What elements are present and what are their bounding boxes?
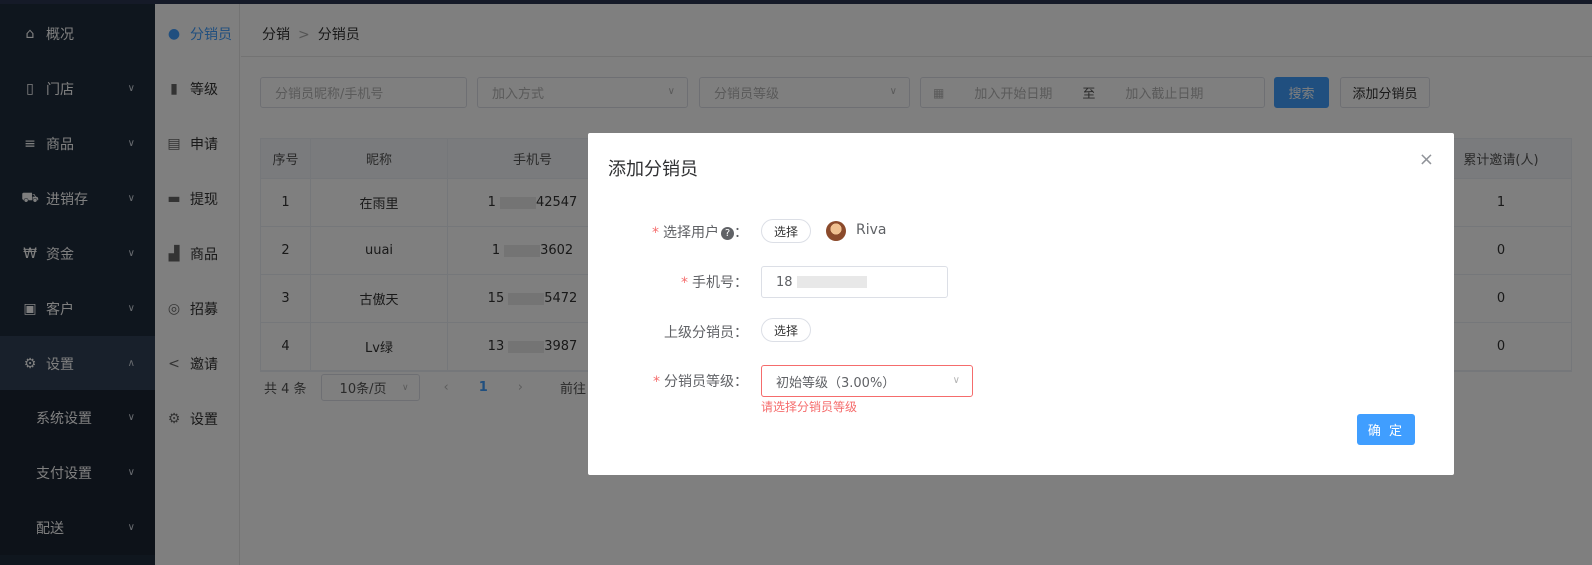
label-colon: ： xyxy=(734,325,748,341)
parent-distributor-label: 上级分销员： xyxy=(664,322,748,342)
label-colon: ： xyxy=(734,225,748,241)
level-label: * 分销员等级： xyxy=(653,374,748,390)
help-icon[interactable]: ? xyxy=(721,226,734,240)
parent-label-text: 上级分销员 xyxy=(664,325,734,341)
level-label-text: 分销员等级 xyxy=(664,374,734,390)
phone-label: * 手机号： xyxy=(681,275,748,291)
select-user-button[interactable]: 选择 xyxy=(761,219,812,243)
add-distributor-dialog: 添加分销员 × * 选择用户?： 选择 Riva * 手机号： 18 上级分销员： … xyxy=(588,133,1454,475)
select-parent-button[interactable]: 选择 xyxy=(761,318,812,342)
dialog-title: 添加分销员 xyxy=(608,159,698,180)
phone-input-value: 18 xyxy=(776,274,793,290)
label-colon: ： xyxy=(734,275,748,291)
select-user-label: * 选择用户?： xyxy=(652,225,748,241)
label-colon: ： xyxy=(734,374,748,390)
phone-mask xyxy=(796,276,867,288)
chevron-down-icon: ∨ xyxy=(952,375,960,386)
selected-user-name: Riva xyxy=(856,222,887,238)
phone-input[interactable]: 18 xyxy=(761,266,948,298)
phone-label-text: 手机号 xyxy=(692,275,734,291)
confirm-button[interactable]: 确 定 xyxy=(1357,414,1415,445)
avatar xyxy=(826,221,846,241)
level-select-value: 初始等级（3.00%） xyxy=(776,375,896,391)
close-icon[interactable]: × xyxy=(1419,149,1434,170)
select-user-label-text: 选择用户 xyxy=(663,225,719,241)
level-select[interactable]: 初始等级（3.00%） ∨ xyxy=(761,365,973,397)
level-error-message: 请选择分销员等级 xyxy=(761,400,858,414)
